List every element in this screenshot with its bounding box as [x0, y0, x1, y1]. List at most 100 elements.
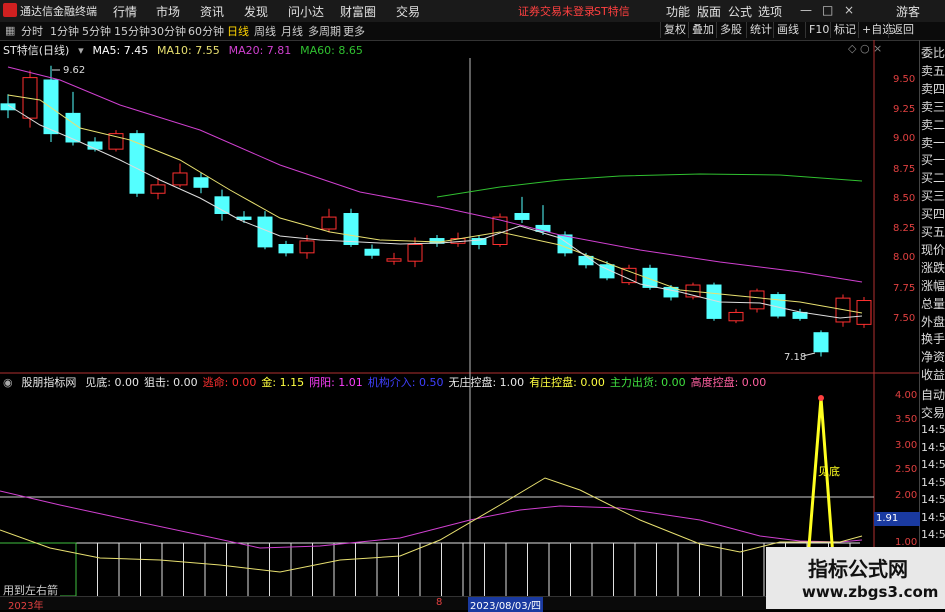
trade-label-8[interactable]: 14:56 [921, 526, 945, 544]
trade-label-3[interactable]: 14:56 [921, 439, 945, 457]
period-tab-8[interactable]: 月线 [281, 23, 303, 39]
candle-body [343, 213, 359, 245]
menu-item-4[interactable]: 问小达 [288, 3, 324, 20]
indicator-menu-icon[interactable]: ◉ [3, 376, 13, 389]
quote-label-4[interactable]: 卖二 [921, 116, 945, 134]
toolbar-button-1[interactable]: 叠加 [688, 22, 717, 38]
menu-right-2[interactable]: 公式 [728, 3, 752, 20]
quote-label-7[interactable]: 买二 [921, 169, 945, 187]
candle-body [214, 196, 230, 215]
indicator-tick-4: 2.00 [895, 490, 918, 501]
quote-label-1[interactable]: 卖五 [921, 62, 945, 80]
quote-label-3[interactable]: 卖三 [921, 98, 945, 116]
quote-label-8[interactable]: 买三 [921, 187, 945, 205]
toolbar-button-5[interactable]: F10 [805, 22, 832, 38]
quote-label-5[interactable]: 卖一 [921, 134, 945, 152]
price-tick-1: 9.25 [893, 104, 916, 115]
period-tab-2[interactable]: 5分钟 [82, 23, 111, 39]
indicator-value-2: 逃命: 0.00 [202, 376, 257, 389]
candle-body [514, 213, 530, 220]
candle-body [728, 311, 744, 322]
signal-dot [818, 395, 824, 401]
menu-right-0[interactable]: 功能 [666, 3, 690, 20]
menu-item-2[interactable]: 资讯 [200, 3, 224, 20]
menu-right-1[interactable]: 版面 [697, 3, 721, 20]
menu-item-1[interactable]: 市场 [156, 3, 180, 20]
candle-body [172, 172, 188, 186]
quote-label-14[interactable]: 总量 [921, 295, 945, 313]
ma10-line [7, 94, 863, 314]
quote-label-13[interactable]: 涨幅 [921, 277, 945, 295]
quote-label-12[interactable]: 涨跌 [921, 259, 945, 277]
quote-label-9[interactable]: 买四 [921, 205, 945, 223]
quote-label-16[interactable]: 换手 [921, 330, 945, 348]
menu-item-6[interactable]: 交易 [396, 3, 420, 20]
period-tab-7[interactable]: 周线 [254, 23, 276, 39]
trade-label-2[interactable]: 14:56 [921, 421, 945, 439]
toolbar-button-8[interactable]: 返回 [888, 22, 917, 38]
trade-label-5[interactable]: 14:56 [921, 474, 945, 492]
menu-item-0[interactable]: 行情 [113, 3, 137, 20]
period-bar: ▦ 分时 1分钟 5分钟 15分钟 30分钟 60分钟 日线 周线 月线 多周期 更多 复权 叠加 多股统… [0, 22, 945, 41]
price-tick-8: 7.50 [893, 313, 916, 324]
quote-label-17[interactable]: 净资 [921, 348, 945, 366]
quote-label-15[interactable]: 外盘 [921, 313, 945, 331]
indicator-value-9: 高度控盘: 0.00 [690, 376, 767, 389]
toolbar-button-2[interactable]: 多股 [716, 22, 745, 38]
menu-item-3[interactable]: 发现 [244, 3, 268, 20]
candle-29 [621, 264, 637, 286]
period-tab-3[interactable]: 15分钟 [114, 23, 150, 39]
login-status[interactable]: 证券交易未登录 [518, 3, 595, 19]
gold-line [0, 477, 863, 573]
trade-label-0[interactable]: 自动 [921, 386, 945, 404]
dropdown-icon[interactable]: ▾ [78, 44, 84, 57]
trade-label-7[interactable]: 14:56 [921, 509, 945, 527]
indicator-tick-1: 3.50 [895, 414, 918, 425]
toolbar-button-3[interactable]: 统计 [746, 22, 775, 38]
period-tab-4[interactable]: 30分钟 [150, 23, 186, 39]
toolbar-button-0[interactable]: 复权 [660, 22, 689, 38]
chart-canvas[interactable]: 9.62 7.18 见底 [0, 40, 945, 609]
candle-body [65, 112, 81, 143]
quote-label-0[interactable]: 委比 [921, 44, 945, 62]
yinyang-line [0, 490, 863, 549]
trade-label-6[interactable]: 14:56 [921, 491, 945, 509]
quote-label-18[interactable]: 收益 [921, 366, 945, 384]
candle-body [578, 255, 594, 266]
indicator-value-4: 阴阳: 1.01 [309, 376, 363, 389]
period-tab-5[interactable]: 60分钟 [188, 23, 224, 39]
quote-label-6[interactable]: 买一 [921, 151, 945, 169]
trade-label-1[interactable]: 交易 [921, 404, 945, 422]
quote-label-10[interactable]: 买五 [921, 223, 945, 241]
close-icon[interactable]: × [844, 3, 854, 17]
chart-option-icons[interactable]: ◇ ○ × [848, 42, 882, 55]
toolbar-button-4[interactable]: 画线 [773, 22, 802, 38]
minimize-icon[interactable]: — [800, 3, 812, 17]
maximize-icon[interactable]: □ [822, 3, 833, 17]
period-tab-6[interactable]: 日线 [227, 23, 249, 39]
menu-right-3[interactable]: 选项 [758, 3, 782, 20]
main-chart-title[interactable]: ST特信(日线) [3, 44, 69, 57]
indicator-tick-0: 4.00 [895, 390, 918, 401]
toolbar-button-6[interactable]: 标记 [830, 22, 859, 38]
candle-body [407, 243, 423, 262]
ma60-line [436, 173, 863, 198]
period-tab-0[interactable]: 分时 [21, 23, 43, 39]
trade-label-4[interactable]: 14:56 [921, 456, 945, 474]
indicator-value-6: 无庄控盘: 1.00 [448, 376, 525, 389]
quote-label-11[interactable]: 现价 [921, 241, 945, 259]
candle-35 [749, 288, 765, 313]
indicator-header: ◉ 股朋指标网 见底: 0.00 狙击: 0.00 逃命: 0.00 金: 1.15 阴… [3, 374, 771, 390]
indicator-value-0: 见底: 0.00 [85, 376, 139, 389]
menu-item-5[interactable]: 财富圈 [340, 3, 376, 20]
grid-icon[interactable]: ▦ [5, 24, 15, 37]
indicator-name[interactable]: 股朋指标网 [21, 376, 76, 389]
candle-4 [87, 137, 103, 152]
indicator-value-8: 主力出货: 0.00 [609, 376, 686, 389]
quote-label-2[interactable]: 卖四 [921, 80, 945, 98]
period-tab-9[interactable]: 多周期 [308, 23, 341, 39]
quote-panel: 委比 卖五 卖四 卖三 卖二 卖一 买一 买二 买三 买四 买五 现价 涨跌 涨幅 总量 外盘 换手 净资 收益自动… [919, 40, 945, 609]
period-tab-1[interactable]: 1分钟 [50, 23, 79, 39]
guest-label[interactable]: 游客 [896, 3, 920, 20]
period-tab-10[interactable]: 更多 [343, 23, 365, 39]
